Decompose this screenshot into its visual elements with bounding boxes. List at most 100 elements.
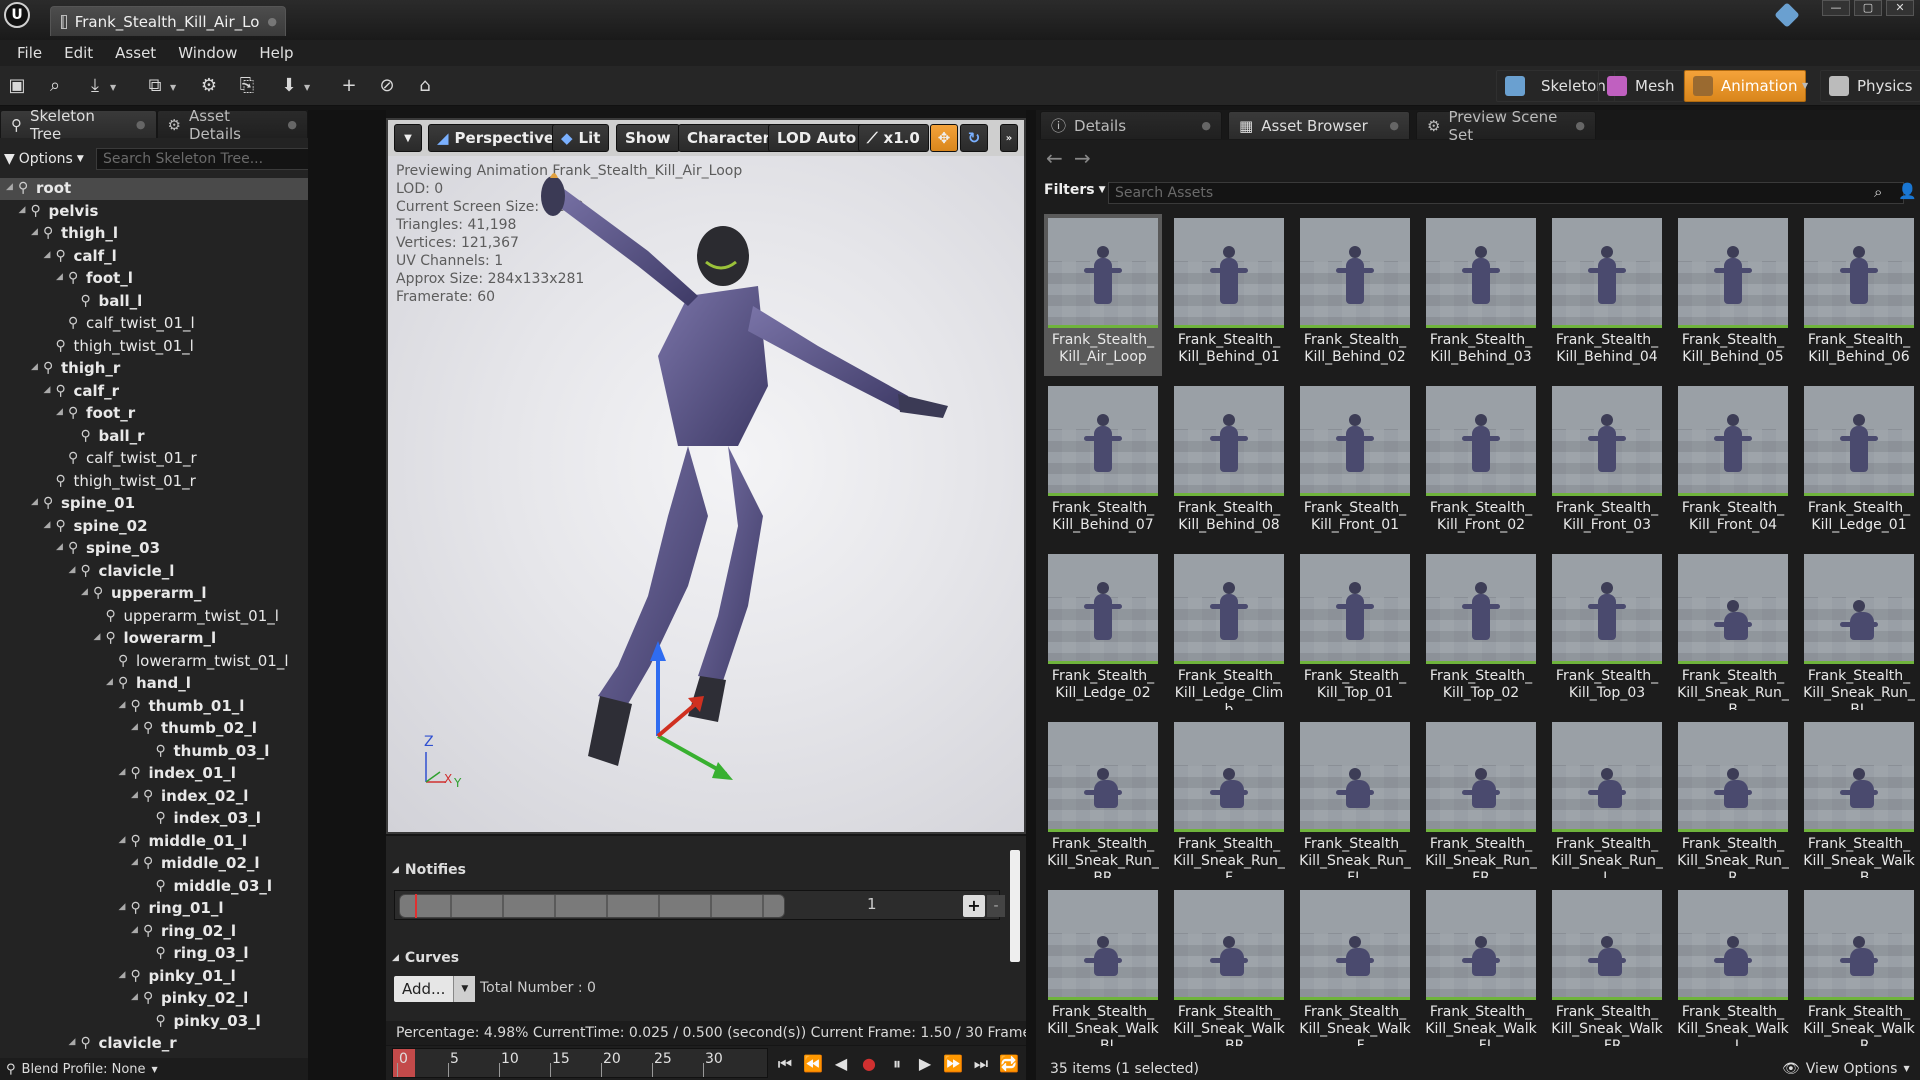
asset-tile[interactable]: Frank_Stealth_ Kill_Sneak_Walk_ B <box>1800 718 1918 880</box>
close-tab-icon[interactable]: ● <box>1389 119 1399 132</box>
tree-bone-foot-r[interactable]: ◢ ⚲ foot_r <box>0 403 350 425</box>
expand-arrow-icon[interactable]: ◢ <box>119 902 129 912</box>
tab-details[interactable]: ⓘ Details ● <box>1040 111 1222 139</box>
curves-header[interactable]: ◢ Curves <box>392 950 459 966</box>
tree-bone-middle-03-l[interactable]: ⚲ middle_03_l <box>0 876 350 898</box>
tree-bone-lowerarm-twist-01-l[interactable]: ⚲ lowerarm_twist_01_l <box>0 651 350 673</box>
tree-bone-spine-03[interactable]: ◢ ⚲ spine_03 <box>0 538 350 560</box>
expand-arrow-icon[interactable]: ◢ <box>131 925 141 935</box>
add-curve-button[interactable]: Add... <box>394 976 454 1002</box>
rotate-mode-button[interactable]: ↻ <box>960 124 988 152</box>
tree-bone-spine-02[interactable]: ◢ ⚲ spine_02 <box>0 516 350 538</box>
menu-help[interactable]: Help <box>248 44 304 62</box>
person-icon[interactable]: 👤 <box>1898 182 1917 200</box>
expand-arrow-icon[interactable]: ◢ <box>131 790 141 800</box>
expand-arrow-icon[interactable]: ◢ <box>94 632 104 642</box>
asset-tile[interactable]: Frank_Stealth_ Kill_Air_Loop <box>1044 214 1162 376</box>
asset-tile[interactable]: Frank_Stealth_ Kill_Front_01 <box>1296 382 1414 544</box>
close-tab-icon[interactable]: ● <box>136 118 146 131</box>
expand-arrow-icon[interactable]: ◢ <box>119 970 129 980</box>
expand-arrow-icon[interactable]: ◢ <box>81 587 91 597</box>
add-notify-track-button[interactable]: + <box>963 895 985 917</box>
asset-tile[interactable]: Frank_Stealth_ Kill_Behind_05 <box>1674 214 1792 376</box>
perspective-button[interactable]: ◢ Perspective <box>428 124 564 152</box>
tab-skeleton-tree[interactable]: ⚲ Skeleton Tree ● <box>0 107 157 143</box>
tree-bone-hand-l[interactable]: ◢ ⚲ hand_l <box>0 673 350 695</box>
mode-physics-button[interactable]: Physics <box>1820 70 1920 102</box>
forward-arrow-icon[interactable]: → <box>1074 146 1091 170</box>
back-arrow-icon[interactable]: ← <box>1046 146 1063 170</box>
asset-tile[interactable]: Frank_Stealth_ Kill_Sneak_Run_ BR <box>1044 718 1162 880</box>
asset-tile[interactable]: Frank_Stealth_ Kill_Sneak_Run_ R <box>1674 718 1792 880</box>
asset-tile[interactable]: Frank_Stealth_ Kill_Behind_06 <box>1800 214 1918 376</box>
expand-arrow-icon[interactable]: ◢ <box>6 182 16 192</box>
export-asset-icon[interactable]: ⎘ <box>234 74 260 98</box>
panel-splitter[interactable] <box>308 110 386 1080</box>
tree-bone-index-02-l[interactable]: ◢ ⚲ index_02_l <box>0 786 350 808</box>
tree-bone-calf-twist-01-l[interactable]: ⚲ calf_twist_01_l <box>0 313 350 335</box>
menu-edit[interactable]: Edit <box>53 44 104 62</box>
more-tools-button[interactable]: » <box>1000 124 1018 152</box>
tree-bone-index-03-l[interactable]: ⚲ index_03_l <box>0 808 350 830</box>
tree-bone-ring-02-l[interactable]: ◢ ⚲ ring_02_l <box>0 921 350 943</box>
mode-mesh-button[interactable]: Mesh <box>1598 70 1684 102</box>
expand-arrow-icon[interactable]: ◢ <box>131 992 141 1002</box>
tab-asset-browser[interactable]: ▦ Asset Browser ● <box>1228 111 1410 139</box>
tree-bone-ring-01-l[interactable]: ◢ ⚲ ring_01_l <box>0 898 350 920</box>
options-button[interactable]: ▼ Options ▼ <box>4 146 84 172</box>
asset-tile[interactable]: Frank_Stealth_ Kill_Front_04 <box>1674 382 1792 544</box>
reimport-icon[interactable]: ⤓ <box>82 74 108 98</box>
asset-tile[interactable]: Frank_Stealth_ Kill_Sneak_Run_ FL <box>1296 718 1414 880</box>
tab-asset-details[interactable]: ⚙ Asset Details ● <box>156 107 308 143</box>
panel-splitter[interactable] <box>1026 110 1036 1080</box>
notify-track[interactable]: 1 + - <box>394 890 1005 920</box>
show-button[interactable]: Show <box>616 124 680 152</box>
tree-bone-pinky-01-l[interactable]: ◢ ⚲ pinky_01_l <box>0 966 350 988</box>
expand-arrow-icon[interactable]: ◢ <box>44 520 54 530</box>
reimport-dropdown-icon[interactable]: ▼ <box>110 83 116 92</box>
expand-arrow-icon[interactable]: ◢ <box>44 250 54 260</box>
timeline-scrollbar[interactable] <box>1010 850 1020 962</box>
create-asset-icon[interactable]: ⧉ <box>142 74 168 98</box>
tab-preview-scene-set[interactable]: ⚙ Preview Scene Set ● <box>1416 108 1596 144</box>
asset-tile[interactable]: Frank_Stealth_ Kill_Sneak_Run_ B <box>1674 550 1792 712</box>
asset-tile[interactable]: Frank_Stealth_ Kill_Ledge_01 <box>1800 382 1918 544</box>
asset-tile[interactable]: Frank_Stealth_ Kill_Front_03 <box>1548 382 1666 544</box>
document-tab[interactable]: Frank_Stealth_Kill_Air_Lo ● <box>50 6 286 36</box>
asset-tile[interactable]: Frank_Stealth_ Kill_Behind_02 <box>1296 214 1414 376</box>
asset-tile[interactable]: Frank_Stealth_ Kill_Sneak_Walk_ FL <box>1422 886 1540 1048</box>
asset-tile[interactable]: Frank_Stealth_ Kill_Sneak_Run_F <box>1170 718 1288 880</box>
tree-bone-pinky-02-l[interactable]: ◢ ⚲ pinky_02_l <box>0 988 350 1010</box>
asset-tile[interactable]: Frank_Stealth_ Kill_Sneak_Walk_ BL <box>1044 886 1162 1048</box>
tree-bone-calf-r[interactable]: ◢ ⚲ calf_r <box>0 381 350 403</box>
tree-bone-lowerarm-l[interactable]: ◢ ⚲ lowerarm_l <box>0 628 350 650</box>
asset-tile[interactable]: Frank_Stealth_ Kill_Sneak_Walk_ F <box>1296 886 1414 1048</box>
asset-tile[interactable]: Frank_Stealth_ Kill_Top_02 <box>1422 550 1540 712</box>
add-curve-combo[interactable]: Add... ▼ <box>394 976 476 1002</box>
asset-tile[interactable]: Frank_Stealth_ Kill_Behind_04 <box>1548 214 1666 376</box>
undo-icon[interactable]: ⊘ <box>374 74 400 98</box>
asset-tile[interactable]: Frank_Stealth_ Kill_Sneak_Run_L <box>1548 718 1666 880</box>
tree-bone-ball-r[interactable]: ⚲ ball_r <box>0 426 350 448</box>
to-end-button[interactable]: ⏭ <box>970 1054 992 1074</box>
character-button[interactable]: Character <box>678 124 779 152</box>
save-icon[interactable]: ▣ <box>4 74 30 98</box>
asset-tile[interactable]: Frank_Stealth_ Kill_Front_02 <box>1422 382 1540 544</box>
viewport-scene[interactable]: Previewing Animation Frank_Stealth_Kill_… <box>388 156 1024 832</box>
preview-viewport[interactable]: ▼ ◢ Perspective ◆ Lit Show Character LOD… <box>386 118 1026 834</box>
expand-arrow-icon[interactable]: ◢ <box>119 835 129 845</box>
tree-bone-upperarm-twist-01-l[interactable]: ⚲ upperarm_twist_01_l <box>0 606 350 628</box>
tree-bone-spine-01[interactable]: ◢ ⚲ spine_01 <box>0 493 350 515</box>
asset-tile[interactable]: Frank_Stealth_ Kill_Ledge_Climb <box>1170 550 1288 712</box>
make-static-mesh-icon[interactable]: ⬇ <box>276 74 302 98</box>
tree-bone-thigh-r[interactable]: ◢ ⚲ thigh_r <box>0 358 350 380</box>
add-curve-dropdown-icon[interactable]: ▼ <box>453 976 476 1002</box>
asset-tile[interactable]: Frank_Stealth_ Kill_Sneak_Run_ BL <box>1800 550 1918 712</box>
add-icon[interactable]: + <box>336 74 362 98</box>
filters-button[interactable]: Filters ▼ <box>1044 182 1106 198</box>
tree-bone-thigh-twist-01-l[interactable]: ⚲ thigh_twist_01_l <box>0 336 350 358</box>
step-forward-button[interactable]: ▶ <box>914 1054 936 1073</box>
time-ruler[interactable]: 0 5 10 15 20 25 30 <box>392 1048 768 1078</box>
asset-tile[interactable]: Frank_Stealth_ Kill_Sneak_Walk_ R <box>1800 886 1918 1048</box>
asset-search-input[interactable] <box>1108 182 1904 204</box>
